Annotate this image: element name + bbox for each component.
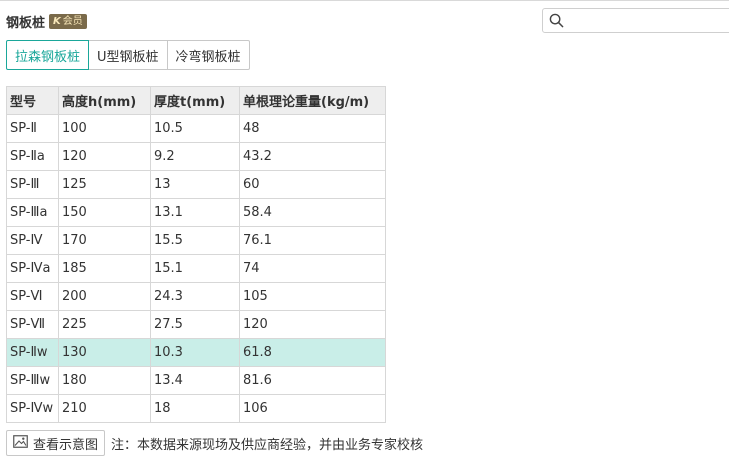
- cell-weight: 106: [239, 394, 386, 423]
- cell-model: SP-Ⅱa: [6, 142, 59, 171]
- cell-weight: 81.6: [239, 366, 386, 395]
- table-row: SP-Ⅲa 150 13.1 58.4: [6, 198, 386, 227]
- search-box[interactable]: [542, 8, 729, 33]
- cell-weight: 74: [239, 254, 386, 283]
- cell-weight: 61.8: [239, 338, 386, 367]
- cell-height: 170: [58, 226, 151, 255]
- cell-height: 200: [58, 282, 151, 311]
- cell-model: SP-Ⅳ: [6, 226, 59, 255]
- cell-weight: 43.2: [239, 142, 386, 171]
- cell-thickness: 15.5: [150, 226, 240, 255]
- cell-weight: 48: [239, 114, 386, 143]
- tab-u-sheet-pile[interactable]: U型钢板桩: [88, 40, 168, 70]
- cell-thickness: 13.1: [150, 198, 240, 227]
- cell-height: 225: [58, 310, 151, 339]
- table-row: SP-Ⅵ 200 24.3 105: [6, 282, 386, 311]
- cell-thickness: 27.5: [150, 310, 240, 339]
- cell-model: SP-Ⅱw: [6, 338, 59, 367]
- table-row: SP-Ⅳw 210 18 106: [6, 394, 386, 423]
- cell-thickness: 15.1: [150, 254, 240, 283]
- cell-thickness: 9.2: [150, 142, 240, 171]
- category-tabs: 拉森钢板桩 U型钢板桩 冷弯钢板桩: [6, 40, 250, 70]
- cell-thickness: 10.3: [150, 338, 240, 367]
- view-diagram-label: 查看示意图: [33, 437, 99, 453]
- cell-thickness: 24.3: [150, 282, 240, 311]
- cell-height: 130: [58, 338, 151, 367]
- tab-cold-bent-sheet-pile[interactable]: 冷弯钢板桩: [166, 40, 250, 70]
- spec-table: 型号 高度h(mm) 厚度t(mm) 单根理论重量(kg/m) SP-Ⅱ 100 1…: [6, 86, 386, 423]
- search-icon[interactable]: [549, 13, 564, 28]
- cell-model: SP-Ⅳa: [6, 254, 59, 283]
- column-header-weight: 单根理论重量(kg/m): [239, 86, 386, 115]
- cell-weight: 105: [239, 282, 386, 311]
- table-row: SP-Ⅱ 100 10.5 48: [6, 114, 386, 143]
- footer: 查看示意图 注：本数据来源现场及供应商经验，并由业务专家校核: [6, 430, 423, 456]
- cell-height: 180: [58, 366, 151, 395]
- table-row: SP-Ⅲw 180 13.4 81.6: [6, 366, 386, 395]
- cell-thickness: 13.4: [150, 366, 240, 395]
- cell-model: SP-Ⅵ: [6, 282, 59, 311]
- cell-weight: 60: [239, 170, 386, 199]
- table-row: SP-Ⅳa 185 15.1 74: [6, 254, 386, 283]
- cell-thickness: 18: [150, 394, 240, 423]
- cell-height: 125: [58, 170, 151, 199]
- header-band: [385, 86, 386, 114]
- column-header-thickness: 厚度t(mm): [150, 86, 240, 115]
- image-icon: [13, 434, 28, 452]
- table-header-row: 型号 高度h(mm) 厚度t(mm) 单根理论重量(kg/m): [6, 86, 386, 115]
- cell-height: 185: [58, 254, 151, 283]
- cell-height: 100: [58, 114, 151, 143]
- cell-model: SP-Ⅱ: [6, 114, 59, 143]
- cell-height: 150: [58, 198, 151, 227]
- search-input[interactable]: [568, 13, 728, 28]
- vip-badge: K 会员: [49, 13, 87, 29]
- page-header: 钢板桩 K 会员: [6, 12, 87, 31]
- cell-height: 210: [58, 394, 151, 423]
- view-diagram-button[interactable]: 查看示意图: [6, 430, 106, 456]
- table-row: SP-Ⅱa 120 9.2 43.2: [6, 142, 386, 171]
- vip-badge-label: 会员: [62, 15, 83, 27]
- cell-weight: 58.4: [239, 198, 386, 227]
- cell-thickness: 13: [150, 170, 240, 199]
- cell-height: 120: [58, 142, 151, 171]
- page-title: 钢板桩: [6, 15, 46, 31]
- cell-model: SP-Ⅲa: [6, 198, 59, 227]
- cell-weight: 76.1: [239, 226, 386, 255]
- vip-badge-mark: K: [53, 15, 61, 27]
- cell-model: SP-Ⅶ: [6, 310, 59, 339]
- column-header-model: 型号: [6, 86, 59, 115]
- cell-thickness: 10.5: [150, 114, 240, 143]
- table-row: SP-Ⅶ 225 27.5 120: [6, 310, 386, 339]
- top-divider: [0, 0, 729, 3]
- cell-model: SP-Ⅲ: [6, 170, 59, 199]
- table-row: SP-Ⅳ 170 15.5 76.1: [6, 226, 386, 255]
- cell-model: SP-Ⅳw: [6, 394, 59, 423]
- cell-weight: 120: [239, 310, 386, 339]
- column-header-height: 高度h(mm): [58, 86, 151, 115]
- table-row: SP-Ⅲ 125 13 60: [6, 170, 386, 199]
- cell-model: SP-Ⅲw: [6, 366, 59, 395]
- data-source-note: 注：本数据来源现场及供应商经验，并由业务专家校核: [111, 437, 424, 453]
- tab-larsen-sheet-pile[interactable]: 拉森钢板桩: [6, 40, 90, 70]
- table-row: SP-Ⅱw 130 10.3 61.8: [6, 338, 386, 367]
